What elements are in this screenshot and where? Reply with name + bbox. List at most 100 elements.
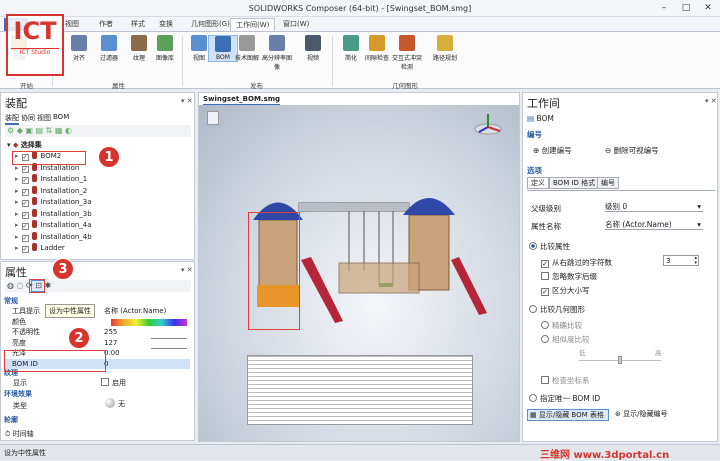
- skip-chars-input[interactable]: 3 ▴ ▾: [663, 255, 699, 266]
- bom-table[interactable]: [247, 355, 473, 425]
- gloss-slider[interactable]: [151, 348, 187, 349]
- title-bar: SOLIDWORKS Composer (64-bit) - [Swingset…: [0, 0, 720, 17]
- delete-numbering-button[interactable]: ⊖ 删除可视编号: [605, 145, 659, 156]
- ribbon-icon: [101, 35, 117, 51]
- property-value[interactable]: 255: [104, 327, 117, 337]
- ribbon-icon: [239, 35, 255, 51]
- compare-props-radio[interactable]: 比较属性: [529, 241, 570, 252]
- property-value[interactable]: 127: [104, 338, 117, 348]
- ribbon-tabs: 文件主页视图作者样式变换几何图形(G)工作间(W)窗口(W): [0, 17, 720, 31]
- color-swatch[interactable]: [111, 319, 187, 326]
- tree-item[interactable]: ▸ ✓ Installation_3a: [15, 197, 92, 208]
- tree-item[interactable]: ▸ ✓ Ladder: [15, 243, 65, 254]
- create-numbering-button[interactable]: ⊕ 创建编号: [533, 145, 572, 156]
- tree-item[interactable]: ▸ ✓ Installation_4a: [15, 220, 92, 231]
- workshop-title: 工作间: [527, 97, 560, 110]
- assembly-tab[interactable]: BOM: [53, 113, 69, 121]
- property-value[interactable]: 0.00: [104, 348, 120, 358]
- check-coord-checkbox[interactable]: 检查坐标系: [541, 375, 590, 386]
- page-icon[interactable]: [207, 111, 219, 125]
- orientation-triad[interactable]: [473, 109, 507, 139]
- ribbon-tab[interactable]: 窗口(W): [278, 18, 314, 31]
- options-section[interactable]: 选项: [527, 165, 542, 176]
- texture-enable-checkbox[interactable]: 启用: [101, 378, 126, 388]
- exact-radio[interactable]: 精确比较: [541, 320, 582, 331]
- assembly-title: 装配: [5, 97, 27, 110]
- ribbon: 开始 属性 发布 几何图形 开始对齐过滤器纹理图像库视图BOM技术图解高分辨率图…: [0, 31, 720, 90]
- case-sensitive-checkbox[interactable]: ✓ 区分大小写: [541, 285, 590, 296]
- 3d-canvas[interactable]: [199, 105, 519, 441]
- ribbon-icon: [305, 35, 321, 51]
- ribbon-icon: [269, 35, 285, 51]
- workshop-subtab[interactable]: BOM ID 格式: [549, 177, 600, 189]
- maximize-button[interactable]: □: [676, 2, 696, 14]
- ribbon-button[interactable]: 技术图解: [232, 35, 262, 62]
- assembly-tab[interactable]: 装配: [5, 113, 19, 125]
- property-row[interactable]: 不透明性 255: [4, 327, 190, 337]
- ribbon-button[interactable]: 高分辨率图像: [262, 35, 292, 71]
- property-row[interactable]: 工具提示 名称 (Actor.Name): [4, 306, 190, 316]
- ribbon-button[interactable]: 视频: [298, 35, 328, 62]
- panel-pin-icon[interactable]: ▾ ✕: [181, 97, 193, 105]
- close-button[interactable]: ✕: [698, 2, 718, 14]
- ribbon-tab[interactable]: 变换: [154, 18, 178, 31]
- group-label-props: 属性: [112, 82, 125, 90]
- similar-radio[interactable]: 相似度比较: [541, 334, 590, 345]
- tree-item[interactable]: ▸ ✓ Installation_3b: [15, 208, 92, 220]
- tree-item[interactable]: ▸ ✓ Installation_2: [15, 185, 87, 197]
- skip-chars-checkbox[interactable]: ✓ 从右跳过的字符数: [541, 257, 612, 268]
- workshop-subtab[interactable]: 定义: [527, 177, 549, 189]
- ribbon-button[interactable]: 交互式冲突检测: [392, 35, 422, 71]
- ribbon-tab[interactable]: 作者: [94, 18, 118, 31]
- low-label: 低: [579, 349, 586, 357]
- toolbar-icons[interactable]: ⚙ ◆ ▣ ▤ ⇅ ▦ ◐: [7, 126, 72, 135]
- ignore-digits-checkbox[interactable]: 忽略数字后缀: [541, 271, 597, 282]
- tree-item-label: Installation_4b: [40, 232, 92, 241]
- ribbon-button[interactable]: 间隙检查: [362, 35, 392, 62]
- ribbon-tab[interactable]: 几何图形(G): [186, 18, 235, 31]
- ribbon-icon: [157, 35, 173, 51]
- numbering-section[interactable]: 编号: [527, 129, 542, 140]
- tree-item-label: Installation_3b: [40, 209, 92, 218]
- ribbon-button[interactable]: 过滤器: [94, 35, 124, 62]
- status-text: 设为中性属性: [4, 449, 46, 457]
- assembly-tab[interactable]: 协同: [21, 113, 35, 123]
- property-row[interactable]: 亮度 127: [4, 338, 190, 348]
- ribbon-button[interactable]: 路径规划: [430, 35, 460, 62]
- ribbon-button[interactable]: 对齐: [64, 35, 94, 62]
- workshop-subtab[interactable]: 编号: [597, 177, 619, 189]
- tree-item[interactable]: ▸ ✓ Installation_1: [15, 174, 87, 185]
- assembly-toolbar: ⚙ ◆ ▣ ▤ ⇅ ▦ ◐: [5, 125, 191, 137]
- compare-geom-radio[interactable]: 比较几何图形: [529, 304, 585, 315]
- panel-pin-icon[interactable]: ▾ ✕: [181, 266, 193, 274]
- watermark-text: 三维网 www.3dportal.cn: [540, 450, 670, 461]
- section-env[interactable]: 环境效果: [4, 389, 32, 399]
- ribbon-button-label: 过滤器: [99, 55, 118, 62]
- panel-pin-icon[interactable]: ▾ ✕: [705, 97, 717, 105]
- assign-unique-radio[interactable]: 指定唯一 BOM ID: [529, 393, 600, 404]
- ribbon-tab[interactable]: 工作间(W): [230, 18, 276, 31]
- workshop-panel: 工作间 ▾ ✕ ▤ BOM 编号 ⊕ 创建编号 ⊖ 删除可视编号 选项 定义 BO…: [522, 92, 718, 442]
- assembly-tab[interactable]: 视图: [37, 113, 51, 123]
- group-label-geom: 几何图形: [392, 82, 418, 90]
- env-type-value[interactable]: 无: [105, 398, 125, 409]
- timeline-tab[interactable]: ⏱ 时间轴: [5, 429, 34, 439]
- selection-set-root[interactable]: ▾ ◆ 选择集: [7, 140, 42, 150]
- show-hide-number-button[interactable]: ⊛ 显示/隐藏编号: [615, 409, 707, 421]
- viewport-panel: Swingset_BOM.smg: [198, 92, 520, 442]
- tree-item-label: Ladder: [40, 244, 65, 252]
- workshop-header: ▤ BOM: [527, 114, 554, 123]
- brightness-slider[interactable]: [151, 338, 187, 339]
- ribbon-button[interactable]: 图像库: [150, 35, 180, 62]
- show-hide-table-button[interactable]: ▦ 显示/隐藏 BOM 表格: [527, 409, 609, 421]
- section-general[interactable]: 常规: [4, 296, 18, 306]
- tree-item[interactable]: ▸ ✓ Installation_4b: [15, 231, 92, 243]
- property-value[interactable]: 名称 (Actor.Name): [104, 306, 166, 316]
- env-type-label: 类型: [13, 402, 27, 410]
- section-outline[interactable]: 轮廓: [4, 415, 18, 425]
- minimize-button[interactable]: –: [654, 2, 674, 14]
- parent-level-dropdown[interactable]: 级别 0 ▾: [605, 201, 703, 212]
- ribbon-tab[interactable]: 样式: [126, 18, 150, 31]
- prop-name-dropdown[interactable]: 名称 (Actor.Name) ▾: [605, 219, 703, 230]
- ribbon-button-label: 对齐: [72, 55, 85, 62]
